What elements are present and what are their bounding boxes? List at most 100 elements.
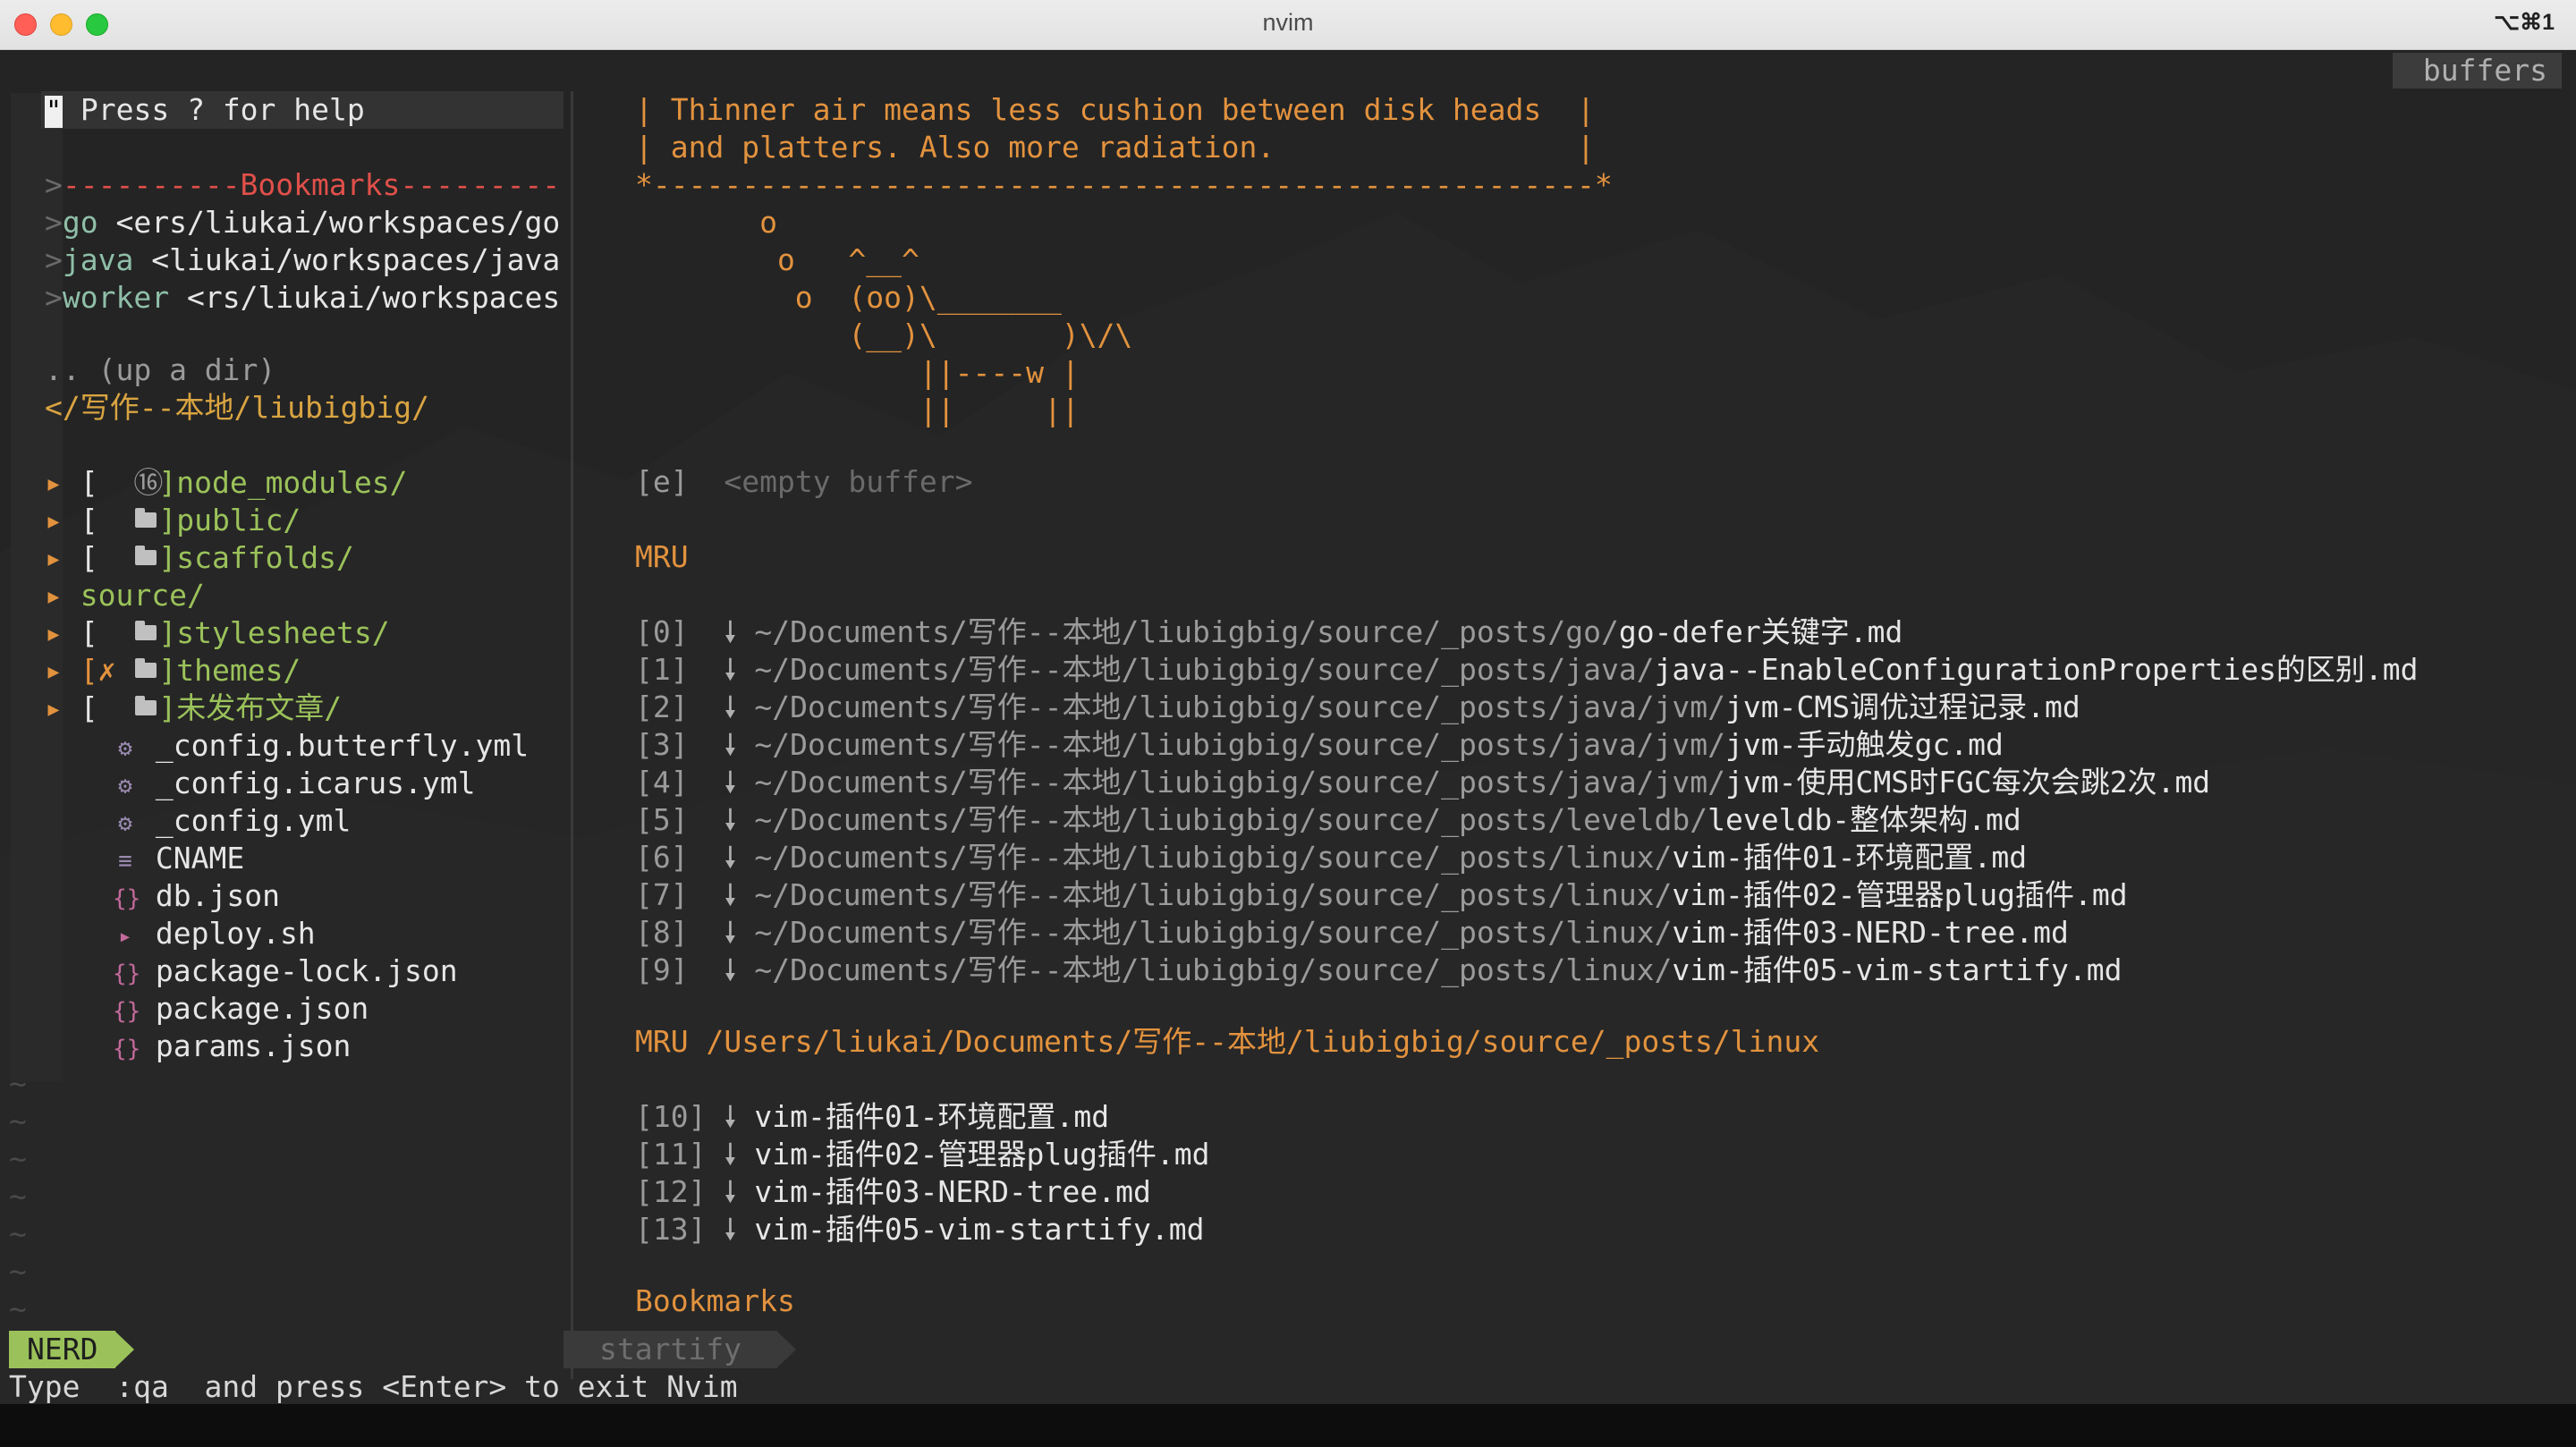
git-status: [ [80, 540, 134, 575]
tree-file-item[interactable]: ⚙ _config.yml [113, 802, 351, 840]
tree-file-item[interactable]: {} package.json [113, 990, 369, 1028]
mru-dir-item[interactable]: [13] 🠗 vim-插件05-vim-startify.md [635, 1211, 1204, 1248]
mru-item[interactable]: [4] 🠗 ~/Documents/写作--本地/liubigbig/sourc… [635, 764, 2210, 801]
mru-dir: ~/Documents/写作--本地/liubigbig/source/_pos… [754, 877, 1673, 912]
bookmark-item[interactable]: >worker <rs/liukai/workspaces [45, 279, 560, 317]
mru-dir-item[interactable]: [10] 🠗 vim-插件01-环境配置.md [635, 1098, 1109, 1136]
header-art-line: *---------------------------------------… [635, 167, 1613, 202]
header-art-line: o (oo)\_______ [635, 280, 1062, 315]
mru-dir: ~/Documents/写作--本地/liubigbig/source/_pos… [754, 690, 1726, 724]
expand-arrow-icon: ▸ [45, 540, 80, 575]
header-art-line: ||----w | [635, 355, 1080, 390]
window-title: nvim [1262, 9, 1314, 36]
up-a-dir[interactable]: .. (up a dir) [45, 351, 275, 389]
mru-key: [10] [635, 1099, 707, 1134]
mru-item[interactable]: [1] 🠗 ~/Documents/写作--本地/liubigbig/sourc… [635, 651, 2419, 689]
mru-key: [6] [635, 840, 689, 875]
window-separator[interactable] [571, 91, 573, 1379]
command-line[interactable]: Type :qa and press <Enter> to exit Nvim [9, 1368, 738, 1404]
down-arrow-icon: 🠗 [688, 802, 755, 837]
down-arrow-icon: 🠗 [688, 877, 755, 912]
file-name: params.json [138, 1028, 352, 1063]
folder-icon [133, 502, 158, 539]
bookmark-name: go [62, 205, 98, 240]
mru-file: vim-插件03-NERD-tree.md [754, 1174, 1151, 1209]
bookmark-path: <rs/liukai/workspaces [169, 280, 561, 315]
mru-file: vim-插件02-管理器plug插件.md [754, 1137, 1210, 1172]
dir-name: ]public/ [158, 503, 301, 537]
mru-key: [5] [635, 802, 689, 837]
mru-item[interactable]: [5] 🠗 ~/Documents/写作--本地/liubigbig/sourc… [635, 801, 2021, 839]
down-arrow-icon: 🠗 [688, 690, 755, 724]
mru-dir-item[interactable]: [12] 🠗 vim-插件03-NERD-tree.md [635, 1173, 1151, 1211]
terminal[interactable]: buffers " Press ? for help >----------Bo… [0, 51, 2576, 1404]
npm-icon: ⑯ [133, 465, 164, 500]
dir-name: source/ [80, 578, 205, 613]
empty-line-marker: ~ [9, 1104, 27, 1138]
mru-key: [13] [635, 1212, 707, 1247]
expand-arrow-icon: ▸ [45, 653, 80, 688]
bookmark-path: <liukai/workspaces/java [133, 242, 561, 277]
mru-item[interactable]: [8] 🠗 ~/Documents/写作--本地/liubigbig/sourc… [635, 914, 2069, 952]
mru-key: [11] [635, 1137, 707, 1172]
file-name: db.json [138, 878, 280, 913]
tree-root[interactable]: </写作--本地/liubigbig/ [45, 389, 429, 427]
tree-dir-item[interactable]: ▸ [ ]未发布文章/ [45, 690, 342, 727]
git-status: [ [80, 503, 134, 537]
bookmark-item[interactable]: >go <ers/liukai/workspaces/go [45, 204, 560, 241]
down-arrow-icon: 🠗 [688, 614, 755, 649]
tree-dir-item[interactable]: ▸ source/ [45, 577, 205, 614]
mru-dir-header: MRU /Users/liukai/Documents/写作--本地/liubi… [635, 1024, 1820, 1059]
expand-arrow-icon: ▸ [45, 578, 80, 613]
tree-file-item[interactable]: ▸ deploy.sh [113, 915, 316, 952]
mru-file: vim-插件01-环境配置.md [1672, 840, 2028, 875]
down-arrow-icon: 🠗 [706, 1212, 755, 1247]
down-arrow-icon: 🠗 [688, 840, 755, 875]
mru-dir-item[interactable]: [11] 🠗 vim-插件02-管理器plug插件.md [635, 1136, 1210, 1173]
bookmark-item[interactable]: >java <liukai/workspaces/java [45, 241, 560, 279]
tree-dir-item[interactable]: ▸ [ ]stylesheets/ [45, 614, 390, 652]
mru-item[interactable]: [7] 🠗 ~/Documents/写作--本地/liubigbig/sourc… [635, 876, 2128, 914]
expand-arrow-icon: ▸ [45, 465, 80, 500]
tree-file-item[interactable]: ⚙ _config.icarus.yml [113, 765, 476, 802]
mru-item[interactable]: [9] 🠗 ~/Documents/写作--本地/liubigbig/sourc… [635, 952, 2123, 989]
mru-key: [12] [635, 1174, 707, 1209]
tree-file-item[interactable]: ⚙ _config.butterfly.yml [113, 727, 529, 765]
file-name: deploy.sh [138, 916, 316, 951]
file-name: _config.icarus.yml [138, 766, 476, 800]
empty-buffer-item[interactable]: [e] <empty buffer> [635, 463, 973, 501]
file-name: CNAME [138, 841, 245, 876]
bookmarks-header: >----------Bookmarks--------- [45, 167, 561, 202]
mru-item[interactable]: [3] 🠗 ~/Documents/写作--本地/liubigbig/sourc… [635, 726, 2004, 764]
folder-icon [133, 652, 158, 690]
tree-file-item[interactable]: {} db.json [113, 877, 280, 915]
tree-dir-item[interactable]: ▸ [ ]scaffolds/ [45, 539, 354, 577]
mru-key: [8] [635, 915, 689, 950]
empty-line-marker: ~ [9, 1291, 27, 1326]
buffers-tab[interactable]: buffers [2392, 53, 2562, 89]
mru-item[interactable]: [6] 🠗 ~/Documents/写作--本地/liubigbig/sourc… [635, 839, 2027, 876]
window-shortcut: ⌥⌘1 [2494, 10, 2555, 35]
mru-dir: ~/Documents/写作--本地/liubigbig/source/_pos… [754, 727, 1726, 762]
tree-file-item[interactable]: {} params.json [113, 1028, 351, 1065]
mru-file: vim-插件02-管理器plug插件.md [1672, 877, 2128, 912]
down-arrow-icon: 🠗 [706, 1099, 755, 1134]
mru-file: leveldb-整体架构.md [1707, 802, 2021, 837]
tree-file-item[interactable]: ≡ CNAME [113, 840, 244, 877]
down-arrow-icon: 🠗 [688, 915, 755, 950]
mru-item[interactable]: [2] 🠗 ~/Documents/写作--本地/liubigbig/sourc… [635, 689, 2080, 726]
tree-dir-item[interactable]: ▸ [ ⑯]node_modules/ [45, 464, 408, 502]
tree-dir-item[interactable]: ▸ [✗ ]themes/ [45, 652, 301, 690]
startify-statusline-separator [776, 1331, 796, 1368]
empty-line-marker: ~ [9, 1254, 27, 1289]
file-name: package.json [138, 991, 369, 1026]
down-arrow-icon: 🠗 [688, 652, 755, 687]
tree-file-item[interactable]: {} package-lock.json [113, 952, 458, 990]
expand-arrow-icon: ▸ [45, 615, 80, 650]
gear-icon: ⚙ [118, 735, 132, 762]
down-arrow-icon: 🠗 [688, 727, 755, 762]
startify-statusline: startify [564, 1331, 777, 1368]
folder-icon [133, 539, 158, 577]
tree-dir-item[interactable]: ▸ [ ]public/ [45, 502, 301, 539]
mru-item[interactable]: [0] 🠗 ~/Documents/写作--本地/liubigbig/sourc… [635, 613, 1902, 651]
